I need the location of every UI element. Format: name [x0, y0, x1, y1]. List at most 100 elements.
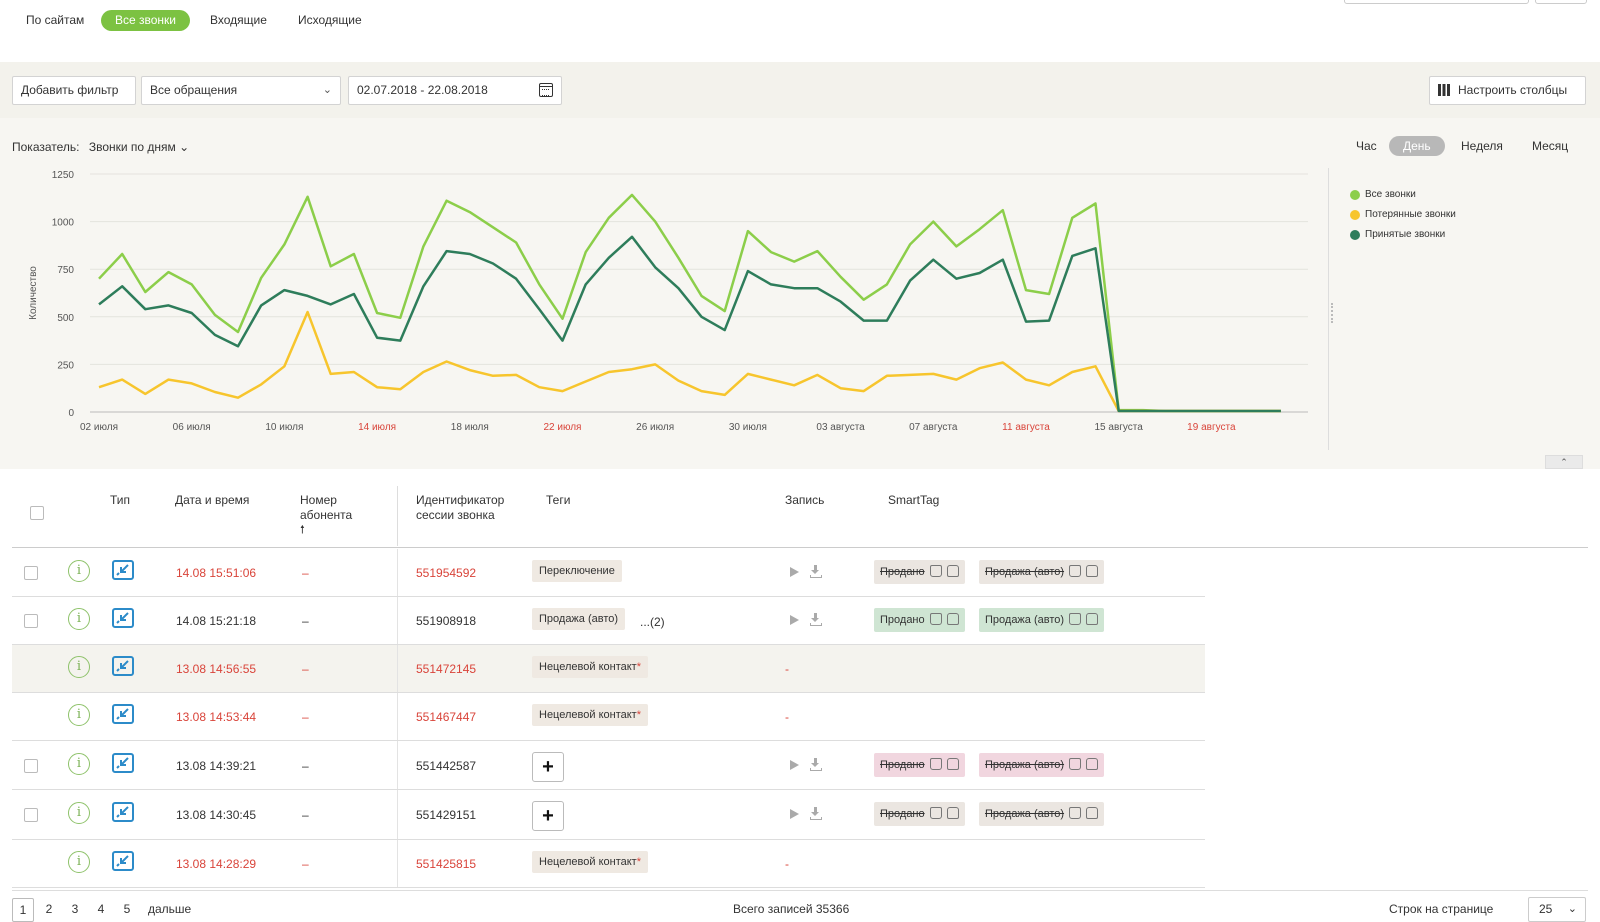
tab-all-calls[interactable]: Все звонки [101, 10, 191, 31]
page-3[interactable]: 3 [64, 898, 86, 922]
thumbs-down-icon[interactable] [1086, 807, 1099, 819]
row-tag[interactable]: Переключение [532, 560, 622, 582]
smarttag-chip[interactable]: Продажа (авто) [979, 560, 1105, 584]
smarttag-chip[interactable]: Продажа (авто) [979, 752, 1105, 777]
legend-item-lost-calls[interactable]: Потерянные звонки [1350, 205, 1456, 225]
header-record[interactable]: Запись [785, 493, 824, 508]
info-icon[interactable]: i [68, 560, 90, 582]
footer-divider [12, 890, 1588, 891]
row-session-id[interactable]: 551908918 [416, 614, 476, 628]
configure-columns-button[interactable]: Настроить столбцы [1429, 76, 1586, 105]
calendar-icon[interactable] [539, 83, 553, 97]
table-row[interactable]: i 13.08 14:53:44 – 551467447 Нецелевой конта… [12, 693, 1205, 741]
header-tags[interactable]: Теги [546, 493, 570, 508]
row-session-id[interactable]: 551954592 [416, 566, 476, 580]
page-2[interactable]: 2 [38, 898, 60, 922]
select-all-checkbox[interactable] [30, 506, 44, 520]
thumbs-up-icon[interactable] [1069, 565, 1082, 577]
date-range-input[interactable]: 02.07.2018 - 22.08.2018 [348, 76, 562, 105]
top-search-input[interactable] [1344, 0, 1529, 4]
table-row[interactable]: i 14.08 15:21:18 – 551908918 Продажа (авто).… [12, 597, 1205, 645]
row-tag[interactable]: Нецелевой контакт* [532, 851, 648, 873]
table-row[interactable]: i 13.08 14:30:45 – 551429151 + Продано Продажа… [12, 790, 1205, 840]
page-1[interactable]: 1 [12, 898, 34, 922]
thumbs-down-icon[interactable] [946, 613, 959, 625]
tab-outgoing[interactable]: Исходящие [284, 10, 376, 31]
thumbs-up-icon[interactable] [929, 565, 942, 577]
period-day[interactable]: День [1389, 136, 1445, 156]
smarttag-chip[interactable]: Продажа (авто) [979, 802, 1105, 826]
thumbs-down-icon[interactable] [1086, 565, 1099, 577]
info-icon[interactable]: i [68, 802, 90, 824]
thumbs-up-icon[interactable] [929, 807, 942, 819]
smarttag-chip[interactable]: Продажа (авто) [979, 608, 1105, 632]
table-row[interactable]: i 13.08 14:56:55 – 551472145 Нецелевой конта… [12, 645, 1205, 693]
row-checkbox[interactable] [24, 808, 38, 822]
period-week[interactable]: Неделя [1447, 136, 1517, 156]
row-session-id[interactable]: 551467447 [416, 710, 476, 724]
info-icon[interactable]: i [68, 608, 90, 630]
legend-item-accepted-calls[interactable]: Принятые звонки [1350, 225, 1456, 245]
info-icon[interactable]: i [68, 752, 90, 775]
thumbs-down-icon[interactable] [1086, 757, 1099, 770]
play-icon[interactable] [790, 759, 799, 770]
thumbs-down-icon[interactable] [946, 565, 959, 577]
page-4[interactable]: 4 [90, 898, 112, 922]
row-session-id[interactable]: 551425815 [416, 857, 476, 871]
thumbs-down-icon[interactable] [1086, 613, 1099, 625]
row-tag[interactable]: Нецелевой контакт* [532, 656, 648, 678]
smarttag-chip[interactable]: Продано [874, 608, 965, 632]
add-tag-button[interactable]: + [532, 751, 564, 782]
table-row[interactable]: i 13.08 14:28:29 – 551425815 Нецелевой конта… [12, 840, 1205, 888]
info-icon[interactable]: i [68, 656, 90, 678]
rows-per-page-select[interactable]: 25 ⌄ [1528, 897, 1586, 922]
x-tick-label: 30 июля [729, 422, 767, 433]
row-checkbox[interactable] [24, 566, 38, 580]
chart-legend: Все звонки Потерянные звонки Принятые зв… [1350, 185, 1456, 245]
header-datetime[interactable]: Дата и время [175, 493, 249, 508]
row-session-id[interactable]: 551442587 [416, 759, 476, 773]
row-checkbox[interactable] [24, 758, 38, 773]
thumbs-up-icon[interactable] [1069, 757, 1082, 770]
row-session-id[interactable]: 551429151 [416, 808, 476, 822]
thumbs-up-icon[interactable] [1069, 613, 1082, 625]
tab-by-sites[interactable]: По сайтам [12, 10, 98, 31]
header-subscriber[interactable]: Номер абонента 🠕 [300, 493, 352, 538]
add-tag-button[interactable]: + [532, 801, 564, 831]
header-session-id[interactable]: Идентификатор сессии звонка [416, 493, 504, 523]
thumbs-down-icon[interactable] [946, 757, 959, 770]
legend-item-all-calls[interactable]: Все звонки [1350, 185, 1456, 205]
row-tag[interactable]: Нецелевой контакт* [532, 704, 648, 726]
play-icon[interactable] [790, 567, 799, 577]
thumbs-up-icon[interactable] [1069, 807, 1082, 819]
tab-incoming[interactable]: Входящие [196, 10, 281, 31]
page-5[interactable]: 5 [116, 898, 138, 922]
add-filter-button[interactable]: Добавить фильтр [12, 76, 136, 105]
header-divider [397, 486, 398, 546]
row-session-id[interactable]: 551472145 [416, 662, 476, 676]
header-type[interactable]: Тип [110, 493, 130, 508]
requests-select[interactable]: Все обращения ⌄ [141, 76, 341, 105]
smarttag-chip[interactable]: Продано [874, 802, 965, 826]
thumbs-up-icon[interactable] [929, 757, 942, 770]
next-page-link[interactable]: дальше [148, 898, 191, 922]
top-action-button[interactable] [1535, 0, 1587, 4]
collapse-chart-button[interactable]: ⌃ [1545, 455, 1583, 469]
smarttag-chip[interactable]: Продано [874, 752, 965, 777]
thumbs-down-icon[interactable] [946, 807, 959, 819]
period-hour[interactable]: Час [1342, 136, 1391, 156]
thumbs-up-icon[interactable] [929, 613, 942, 625]
resize-handle[interactable] [1331, 303, 1335, 323]
play-icon[interactable] [790, 615, 799, 625]
table-row[interactable]: i 14.08 15:51:06 – 551954592 Переключение Про… [12, 549, 1205, 597]
period-month[interactable]: Месяц [1518, 136, 1582, 156]
table-row[interactable]: i 13.08 14:39:21 – 551442587 + Продано Продажа… [12, 741, 1205, 790]
row-tag[interactable]: Продажа (авто) [532, 608, 626, 630]
row-more-tags[interactable]: ...(2) [640, 615, 665, 629]
header-smarttag[interactable]: SmartTag [888, 493, 939, 508]
smarttag-chip[interactable]: Продано [874, 560, 965, 584]
info-icon[interactable]: i [68, 851, 90, 873]
play-icon[interactable] [790, 809, 799, 819]
info-icon[interactable]: i [68, 704, 90, 726]
row-checkbox[interactable] [24, 614, 38, 628]
